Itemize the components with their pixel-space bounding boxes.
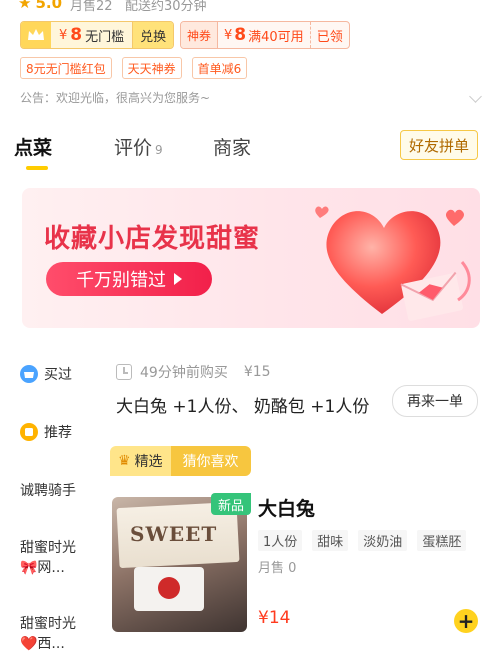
promo-banner[interactable]: 收藏小店发现甜蜜 千万别错过 xyxy=(22,188,480,328)
coupon-condition: 满40可用 xyxy=(248,29,304,45)
currency: ¥ xyxy=(224,27,233,43)
amount: 8 xyxy=(70,25,83,45)
tab-order[interactable]: 点菜 xyxy=(14,133,52,160)
product-tags: 1人份 甜味 淡奶油 蛋糕胚 xyxy=(258,530,467,551)
rabbit-graphic xyxy=(134,567,204,611)
sidebar-item-label: 买过 xyxy=(44,367,72,383)
rating-value: 5.0 xyxy=(35,0,63,12)
crown-icon: ♛ xyxy=(118,453,131,469)
chevron-down-icon[interactable] xyxy=(469,90,482,103)
product-image[interactable]: SWEET xyxy=(112,497,247,632)
amount: 8 xyxy=(234,25,247,45)
product-tag: 甜味 xyxy=(312,530,349,551)
crown-icon xyxy=(21,22,51,48)
monthly-sales: 月售22 xyxy=(70,0,113,14)
store-rating: ★ 5.0 xyxy=(18,0,62,12)
new-badge: 新品 xyxy=(211,493,251,515)
god-coupon-amount: ¥8 满40可用 xyxy=(218,22,310,48)
clock-icon xyxy=(116,364,132,380)
tab-reviews[interactable]: 评价 9 xyxy=(114,133,163,160)
pick-label: 精选 xyxy=(134,454,163,470)
sidebar-item-sweet-time-2[interactable]: 甜蜜时光 ❤️西... xyxy=(20,614,76,654)
basket-icon xyxy=(20,365,38,383)
sidebar-item-sub: 🎀网... xyxy=(20,560,65,576)
package-text: SWEET xyxy=(130,522,218,546)
promo-tag: 首单减6 xyxy=(191,57,248,79)
banner-button[interactable]: 千万别错过 xyxy=(46,262,212,296)
sidebar-item-sweet-time-1[interactable]: 甜蜜时光 🎀网... xyxy=(20,538,76,578)
recommend-icon xyxy=(20,423,38,441)
add-to-cart-button[interactable]: + xyxy=(454,609,478,633)
coupon-label: 无门槛 xyxy=(85,29,125,45)
sidebar-item-bought[interactable]: 买过 xyxy=(20,364,72,384)
section-tags: ♛ 精选 猜你喜欢 xyxy=(110,446,251,476)
promo-tag: 天天神券 xyxy=(121,57,182,79)
product-tag: 1人份 xyxy=(258,530,303,551)
sidebar-item-rider-hiring[interactable]: 诚聘骑手 xyxy=(20,480,76,500)
guess-you-like-tag: 猜你喜欢 xyxy=(170,446,251,476)
delivery-time: 配送约30分钟 xyxy=(124,0,207,14)
sidebar-item-label: 甜蜜时光 xyxy=(20,616,76,632)
purchase-time: 49分钟前购买 ¥15 xyxy=(116,362,271,382)
active-tab-indicator xyxy=(26,166,48,170)
product-tag: 淡奶油 xyxy=(358,530,408,551)
group-order-button[interactable]: 好友拼单 xyxy=(400,130,478,160)
star-icon: ★ xyxy=(18,0,32,12)
promo-tag: 8元无门槛红包 xyxy=(20,57,112,79)
heart-envelope-illustration xyxy=(315,206,471,321)
store-meta: 月售22 配送约30分钟 xyxy=(70,0,207,14)
purchase-items: 大白兔 +1人份、 奶酪包 +1人份 xyxy=(116,397,370,417)
coupon-amount: ¥8 无门槛 xyxy=(51,22,132,48)
product-tag: 蛋糕胚 xyxy=(417,530,467,551)
banner-title: 收藏小店发现甜蜜 xyxy=(44,224,261,254)
promotion-tags: 8元无门槛红包 天天神券 首单减6 xyxy=(20,57,248,79)
purchase-time-text: 49分钟前购买 xyxy=(140,365,228,381)
sidebar-item-label: 甜蜜时光 xyxy=(20,540,76,556)
play-arrow-icon xyxy=(174,273,182,285)
reorder-button[interactable]: 再来一单 xyxy=(392,385,478,417)
tab-merchant[interactable]: 商家 xyxy=(213,133,251,160)
currency: ¥ xyxy=(59,27,68,43)
redeem-button[interactable]: 兑换 xyxy=(132,22,174,48)
claimed-status: 已领 xyxy=(309,22,349,48)
sidebar-item-recommend[interactable]: 推荐 xyxy=(20,422,72,442)
banner-button-label: 千万别错过 xyxy=(76,270,166,291)
product-name[interactable]: 大白兔 xyxy=(258,494,315,521)
store-notice[interactable]: 公告：欢迎光临，很高兴为您服务~ xyxy=(20,89,210,106)
member-coupon[interactable]: ¥8 无门槛 兑换 xyxy=(20,21,175,49)
sidebar-item-sub: ❤️西... xyxy=(20,636,65,652)
god-coupon-badge: 神券 xyxy=(181,22,219,48)
purchase-price: ¥15 xyxy=(243,364,271,380)
product-sales: 月售 0 xyxy=(258,561,297,576)
sidebar-item-label: 推荐 xyxy=(44,425,72,441)
product-price: ¥14 xyxy=(258,608,291,628)
tab-label: 点菜 xyxy=(14,137,53,159)
pick-tag: ♛ 精选 xyxy=(110,446,171,476)
god-coupon[interactable]: 神券 ¥8 满40可用 已领 xyxy=(180,21,350,49)
tab-label: 评价 xyxy=(114,137,153,159)
tab-label: 商家 xyxy=(213,137,252,159)
review-count: 9 xyxy=(155,143,163,157)
